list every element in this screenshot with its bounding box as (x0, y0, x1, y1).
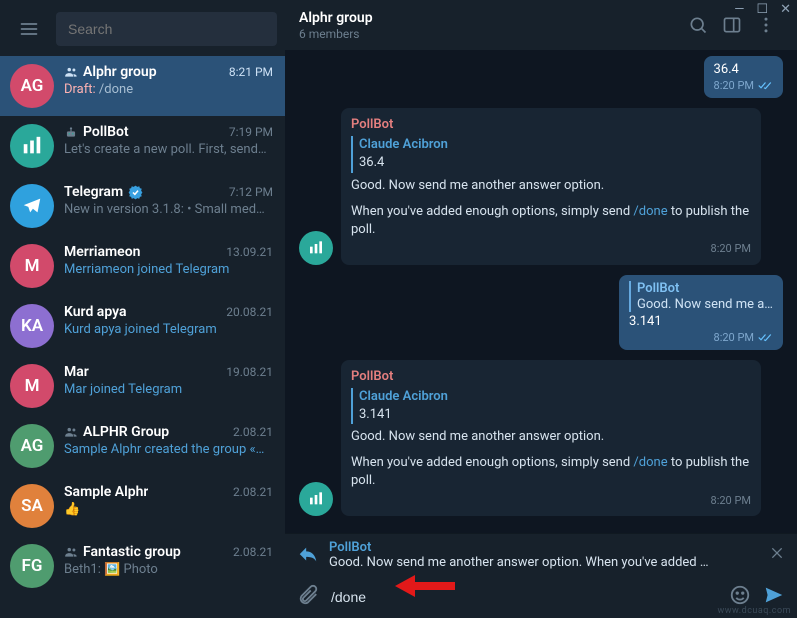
chat-time: 8:21 PM (229, 65, 273, 79)
chat-name: Alphr group (64, 64, 157, 80)
chat-name: ALPHR Group (64, 424, 169, 440)
chat-time: 13.09.21 (226, 245, 273, 259)
outgoing-message[interactable]: PollBot Good. Now send me a… 3.141 8:20 … (619, 275, 783, 350)
read-check-icon (758, 332, 773, 343)
chat-main: Alphr group 6 members 36.4 8:20 PM PollB… (285, 0, 797, 618)
verified-icon (128, 185, 143, 200)
menu-button[interactable] (10, 12, 48, 46)
chat-time: 7:12 PM (229, 185, 273, 199)
quote-text: Good. Now send me a… (637, 297, 773, 312)
reply-quote[interactable]: Claude Acibron 3.141 (351, 388, 751, 424)
avatar: KA (10, 304, 54, 348)
chat-header[interactable]: Alphr group 6 members (285, 0, 797, 50)
chat-time: 2.08.21 (233, 425, 273, 439)
chat-name: Mar (64, 364, 89, 380)
search-icon[interactable] (681, 8, 715, 42)
quote-author: PollBot (637, 281, 773, 296)
reply-bar: PollBot Good. Now send me another answer… (285, 533, 797, 576)
chat-time: 2.08.21 (233, 485, 273, 499)
window-close[interactable]: ✕ (780, 2, 791, 17)
message-time: 8:20 PM (714, 331, 754, 344)
attach-button[interactable] (297, 584, 319, 610)
message-text: 3.141 (629, 314, 662, 329)
quote-text: 3.141 (359, 407, 392, 422)
avatar: AG (10, 424, 54, 468)
chat-item[interactable]: SA Sample Alphr 2.08.21 👍 (0, 476, 285, 536)
sidebar: AG Alphr group 8:21 PM Draft: /done PollBot 7… (0, 0, 285, 618)
reply-icon (297, 544, 319, 566)
watermark: www.dcuaq.com (718, 606, 792, 616)
sender-name: PollBot (351, 368, 751, 386)
message-time: 8:20 PM (351, 241, 751, 256)
command-link[interactable]: /done (633, 455, 667, 470)
window-maximize[interactable]: ☐ (756, 2, 768, 17)
command-link[interactable]: /done (633, 204, 667, 219)
reply-target-text: Good. Now send me another answer option.… (329, 555, 759, 570)
message-list: 36.4 8:20 PM PollBot Claude Acibron 36.4… (285, 50, 797, 533)
read-check-icon (758, 80, 773, 91)
search-box[interactable] (56, 12, 277, 46)
chat-preview: Mar joined Telegram (64, 382, 273, 397)
incoming-message[interactable]: PollBot Claude Acibron 36.4 Good. Now se… (341, 108, 761, 265)
chat-item[interactable]: AG ALPHR Group 2.08.21 Sample Alphr created… (0, 416, 285, 476)
reply-target-name: PollBot (329, 540, 759, 555)
chat-item[interactable]: M Mar 19.08.21 Mar joined Telegram (0, 356, 285, 416)
message-text: Good. Now send me another answer option. (351, 428, 751, 446)
reply-quote[interactable]: Claude Acibron 36.4 (351, 136, 751, 172)
chat-preview: Let's create a new poll. First, send… (64, 142, 273, 157)
chat-item[interactable]: M Merriameon 13.09.21 Merriameon joined Tel… (0, 236, 285, 296)
message-text: When you've added enough options, simply… (351, 203, 751, 239)
avatar: M (10, 364, 54, 408)
chat-time: 2.08.21 (233, 545, 273, 559)
message-text: 36.4 (714, 62, 739, 77)
search-input[interactable] (68, 21, 265, 37)
quote-author: Claude Acibron (359, 136, 751, 154)
bot-avatar[interactable] (299, 231, 333, 265)
avatar: FG (10, 544, 54, 588)
reply-quote[interactable]: PollBot Good. Now send me a… (629, 281, 773, 312)
chat-preview: 👍 (64, 502, 273, 517)
avatar (10, 124, 54, 168)
chat-item[interactable]: KA Kurd apya 20.08.21 Kurd apya joined Tele… (0, 296, 285, 356)
avatar: SA (10, 484, 54, 528)
chat-item[interactable]: Telegram 7:12 PM New in version 3.1.8: • S… (0, 176, 285, 236)
chat-name: Sample Alphr (64, 484, 148, 500)
message-text: When you've added enough options, simply… (351, 454, 751, 490)
message-text: Good. Now send me another answer option. (351, 177, 751, 195)
avatar (10, 184, 54, 228)
message-input[interactable] (331, 589, 717, 605)
chat-time: 7:19 PM (229, 125, 273, 139)
chat-item[interactable]: PollBot 7:19 PM Let's create a new poll. F… (0, 116, 285, 176)
chat-name: PollBot (64, 124, 129, 140)
message-time: 8:20 PM (351, 493, 751, 508)
quote-text: 36.4 (359, 155, 384, 170)
quote-author: Claude Acibron (359, 388, 751, 406)
incoming-message[interactable]: PollBot Claude Acibron 3.141 Good. Now s… (341, 360, 761, 517)
chat-name: Fantastic group (64, 544, 181, 560)
chat-time: 19.08.21 (226, 365, 273, 379)
chat-list: AG Alphr group 8:21 PM Draft: /done PollBot 7… (0, 56, 285, 618)
avatar: M (10, 244, 54, 288)
chat-name: Merriameon (64, 244, 140, 260)
chat-preview: New in version 3.1.8: • Small med… (64, 202, 273, 217)
chat-title: Alphr group (299, 10, 373, 26)
chat-name: Telegram (64, 184, 143, 200)
sender-name: PollBot (351, 116, 751, 134)
message-time: 8:20 PM (714, 79, 754, 92)
chat-subtitle: 6 members (299, 27, 373, 41)
chat-preview: Draft: /done (64, 82, 273, 97)
chat-preview: Beth1: 🖼️ Photo (64, 562, 273, 577)
bot-avatar[interactable] (299, 482, 333, 516)
window-minimize[interactable]: — (734, 2, 744, 17)
chat-name: Kurd apya (64, 304, 127, 320)
chat-preview: Merriameon joined Telegram (64, 262, 273, 277)
chat-item[interactable]: AG Alphr group 8:21 PM Draft: /done (0, 56, 285, 116)
chat-preview: Kurd apya joined Telegram (64, 322, 273, 337)
outgoing-message[interactable]: 36.4 8:20 PM (704, 56, 783, 98)
close-reply-button[interactable] (769, 545, 785, 565)
chat-item[interactable]: FG Fantastic group 2.08.21 Beth1: 🖼️ Photo (0, 536, 285, 596)
avatar: AG (10, 64, 54, 108)
chat-time: 20.08.21 (226, 305, 273, 319)
chat-preview: Sample Alphr created the group «… (64, 442, 273, 457)
